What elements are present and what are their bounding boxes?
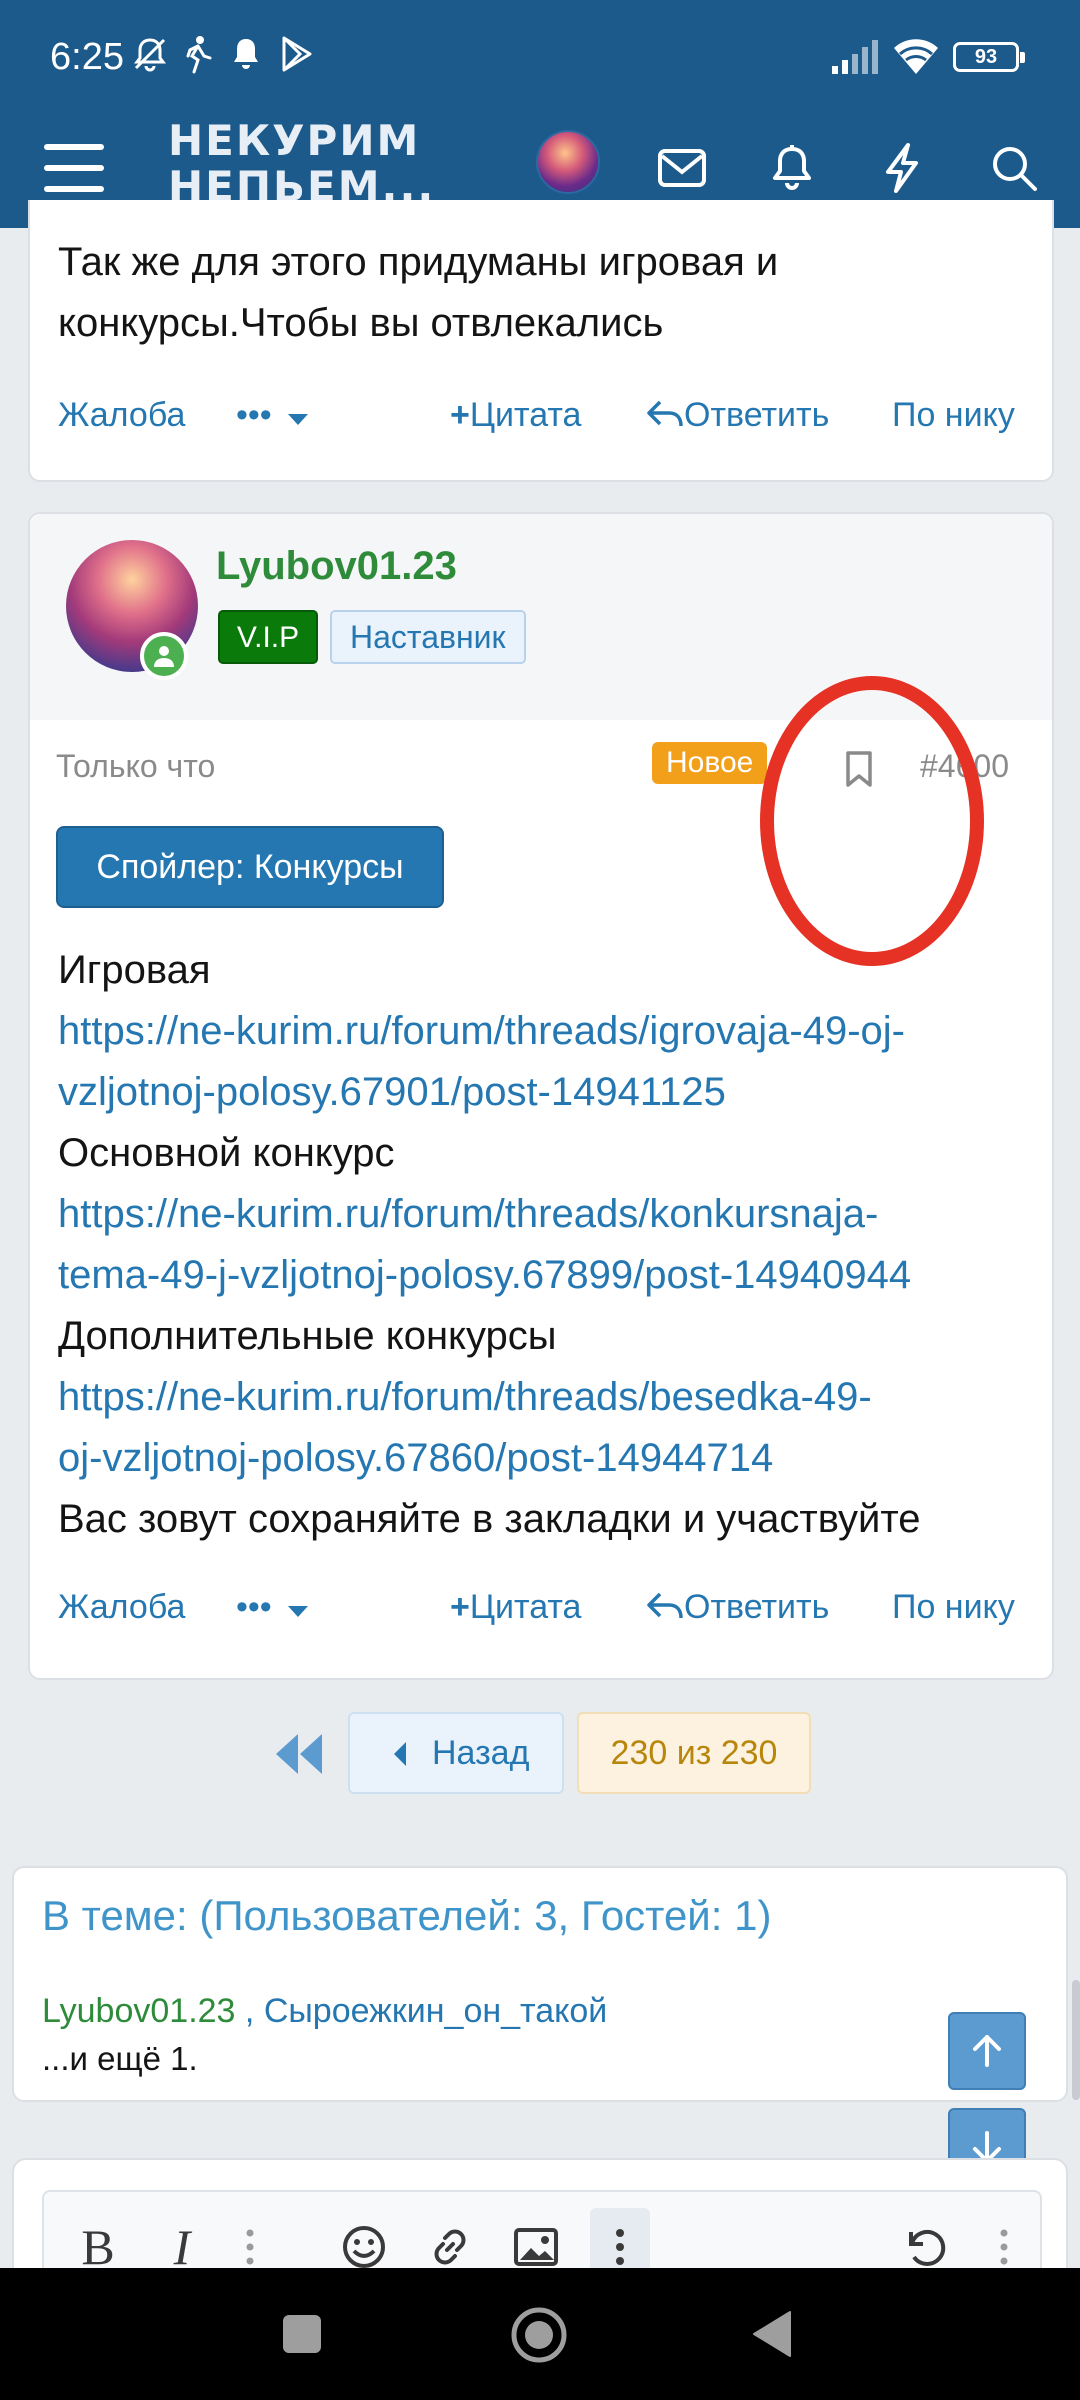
post-link[interactable]: https://ne-kurim.ru/forum/threads/igrova… xyxy=(58,1001,1048,1062)
post-link[interactable]: vzljotnoj-polosy.67901/post-14941125 xyxy=(58,1062,1048,1123)
online-title: В теме: (Пользователей: 3, Гостей: 1) xyxy=(42,1892,772,1939)
lightning-icon xyxy=(886,143,918,193)
reply-icon xyxy=(647,400,683,427)
status-bar: 6:25 93 xyxy=(0,0,1080,112)
post-username[interactable]: Lyubov01.23 xyxy=(216,544,457,589)
spoiler-button[interactable]: Спойлер: Конкурсы xyxy=(56,826,444,908)
report-link[interactable]: Жалоба xyxy=(58,396,185,435)
vip-badge: V.I.P xyxy=(218,610,318,664)
chevron-left-icon xyxy=(394,1742,406,1766)
users-separator: , xyxy=(235,1992,264,2030)
quote-label: Цитата xyxy=(469,1588,582,1626)
chevron-down-icon xyxy=(288,1606,309,1617)
alerts-button[interactable] xyxy=(752,128,832,208)
battery-icon: 93 xyxy=(953,42,1025,72)
app-header: 6:25 93 НЕКУРИМ НЕПЬЕМ... xyxy=(0,0,1080,228)
whats-new-button[interactable] xyxy=(862,128,942,208)
post-line: Вас зовут сохраняйте в закладки и участв… xyxy=(58,1497,921,1541)
inbox-button[interactable] xyxy=(642,128,722,208)
post-line: Основной конкурс xyxy=(58,1131,395,1175)
online-users: Lyubov01.23 , Сыроежкин_он_такой xyxy=(42,1992,607,2031)
role-badge: Наставник xyxy=(330,610,526,664)
online-in-thread-block: В теме: (Пользователей: 3, Гостей: 1) Ly… xyxy=(12,1866,1068,2102)
logo-line-1: НЕКУРИМ xyxy=(168,116,421,165)
online-user-link[interactable]: Lyubov01.23 xyxy=(42,1992,235,2030)
post-link[interactable]: tema-49-j-vzljotnoj-polosy.67899/post-14… xyxy=(58,1245,1048,1306)
annotation-circle xyxy=(760,676,984,966)
previous-post: Так же для этого придуманы игровая и кон… xyxy=(28,200,1054,482)
avatar[interactable] xyxy=(536,130,600,194)
more-actions-button[interactable]: ••• xyxy=(236,1588,309,1627)
scrollbar-thumb[interactable] xyxy=(1072,1980,1080,2100)
online-status-icon xyxy=(140,632,188,680)
bell-icon xyxy=(773,145,811,190)
wifi-icon xyxy=(894,39,938,74)
post-line: Дополнительные конкурсы xyxy=(58,1314,557,1358)
reply-link[interactable]: Ответить xyxy=(646,1588,829,1627)
scroll-up-button[interactable] xyxy=(948,2012,1026,2090)
post-link[interactable]: oj-vzljotnoj-polosy.67860/post-14944714 xyxy=(58,1428,1048,1489)
status-time: 6:25 xyxy=(50,36,124,78)
system-nav-bar xyxy=(0,2268,1080,2400)
plus-icon: + xyxy=(450,1588,470,1626)
new-badge: Новое xyxy=(652,742,768,784)
quote-link[interactable]: +Цитата xyxy=(450,1588,581,1627)
post-actions: Жалоба ••• +Цитата Ответить По нику xyxy=(30,1580,1052,1640)
search-icon xyxy=(993,147,1037,191)
reply-label: Ответить xyxy=(684,396,830,434)
mail-icon xyxy=(658,149,706,187)
more-dots: ••• xyxy=(236,396,272,434)
play-store-icon xyxy=(282,36,312,72)
post-line: Так же для этого придуманы игровая и xyxy=(58,240,779,284)
quote-label: Цитата xyxy=(469,396,582,434)
post-link[interactable]: https://ne-kurim.ru/forum/threads/besedk… xyxy=(58,1367,1048,1428)
menu-button[interactable] xyxy=(34,128,114,208)
arrow-up-icon xyxy=(973,2035,1001,2067)
prev-page-button[interactable]: Назад xyxy=(348,1712,564,1794)
page-indicator[interactable]: 230 из 230 xyxy=(577,1712,811,1794)
post-body: Игровая https://ne-kurim.ru/forum/thread… xyxy=(58,940,1048,1550)
menu-icon xyxy=(44,144,104,192)
report-link[interactable]: Жалоба xyxy=(58,1588,185,1627)
prev-page-label: Назад xyxy=(432,1734,530,1772)
signal-icon xyxy=(832,40,878,74)
chevron-down-icon xyxy=(288,414,309,425)
mute-bell-icon xyxy=(134,38,166,72)
first-page-icon[interactable] xyxy=(270,1726,330,1782)
post-body: Так же для этого придуманы игровая и кон… xyxy=(58,232,778,354)
user-icon xyxy=(154,646,174,667)
home-icon[interactable] xyxy=(510,2306,568,2364)
plus-icon: + xyxy=(450,396,470,434)
reply-link[interactable]: Ответить xyxy=(646,396,829,435)
by-nick-link[interactable]: По нику xyxy=(892,1588,1015,1627)
post-line: конкурсы.Чтобы вы отвлекались xyxy=(58,301,664,345)
back-icon[interactable] xyxy=(752,2310,792,2358)
recents-icon[interactable] xyxy=(282,2314,322,2354)
post-time[interactable]: Только что xyxy=(56,748,215,785)
search-button[interactable] xyxy=(974,128,1054,208)
notification-bell-icon xyxy=(234,39,258,69)
by-nick-link[interactable]: По нику xyxy=(892,396,1015,435)
online-more-link[interactable]: ...и ещё 1. xyxy=(42,2040,198,2078)
reply-icon xyxy=(647,1592,683,1619)
online-user-link[interactable]: Сыроежкин_он_такой xyxy=(264,1992,608,2030)
more-actions-button[interactable]: ••• xyxy=(236,396,309,435)
post-link[interactable]: https://ne-kurim.ru/forum/threads/konkur… xyxy=(58,1184,1048,1245)
quote-link[interactable]: +Цитата xyxy=(450,396,581,435)
site-logo[interactable]: НЕКУРИМ НЕПЬЕМ... xyxy=(168,118,435,210)
walking-icon xyxy=(186,36,212,74)
post-actions: Жалоба ••• +Цитата Ответить По нику xyxy=(30,388,1052,448)
reply-label: Ответить xyxy=(684,1588,830,1626)
more-dots: ••• xyxy=(236,1588,272,1626)
